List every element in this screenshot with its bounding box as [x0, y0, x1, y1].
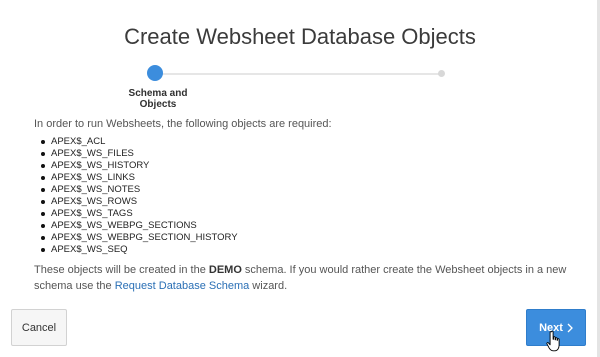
list-item: APEX$_WS_FILES: [34, 148, 238, 160]
cancel-button[interactable]: Cancel: [11, 309, 67, 346]
request-database-schema-link[interactable]: Request Database Schema: [115, 280, 250, 292]
list-item: APEX$_WS_WEBPG_SECTION_HISTORY: [34, 232, 238, 244]
list-item: APEX$_WS_SEQ: [34, 244, 238, 256]
schema-name: DEMO: [208, 264, 242, 276]
list-item: APEX$_WS_HISTORY: [34, 160, 238, 172]
wizard-step-label: Schema and Objects: [128, 88, 188, 110]
note-text-3: wizard.: [249, 280, 288, 292]
next-button-label: Next: [539, 321, 563, 334]
schema-note: These objects will be created in the DEM…: [34, 262, 574, 294]
wizard-dialog: Create Websheet Database Objects Schema …: [0, 0, 597, 357]
list-item: APEX$_WS_LINKS: [34, 172, 238, 184]
list-item: APEX$_ACL: [34, 136, 238, 148]
chevron-right-icon: [567, 323, 573, 333]
wizard-step-current-marker: [147, 65, 163, 81]
list-item: APEX$_WS_NOTES: [34, 184, 238, 196]
list-item: APEX$_WS_ROWS: [34, 196, 238, 208]
required-objects-list: APEX$_ACL APEX$_WS_FILES APEX$_WS_HISTOR…: [34, 136, 238, 256]
list-item: APEX$_WS_WEBPG_SECTIONS: [34, 220, 238, 232]
wizard-step-final-marker: [438, 70, 445, 77]
dialog-title: Create Websheet Database Objects: [124, 24, 476, 49]
note-text-1: These objects will be created in the: [34, 264, 209, 276]
next-button[interactable]: Next: [526, 309, 586, 346]
list-item: APEX$_WS_TAGS: [34, 208, 238, 220]
intro-text: In order to run Websheets, the following…: [34, 118, 332, 130]
wizard-progress-track: [157, 73, 442, 75]
cancel-button-label: Cancel: [21, 321, 57, 334]
